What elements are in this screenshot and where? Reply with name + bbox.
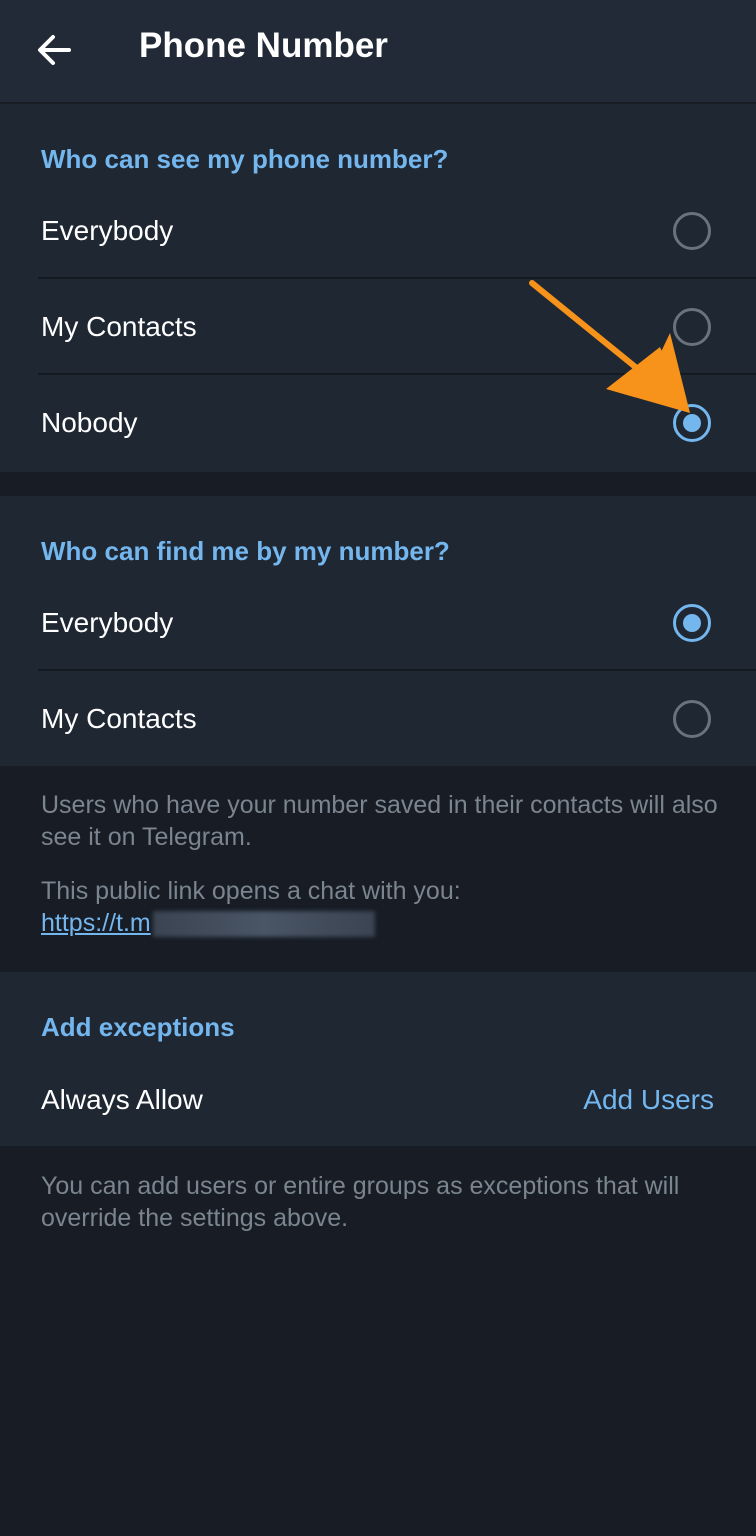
add-users-button[interactable]: Add Users <box>583 1084 714 1116</box>
public-link-label: This public link opens a chat with you: <box>41 877 461 905</box>
option-label: Everybody <box>41 607 174 638</box>
radio-button-selected[interactable] <box>673 604 711 642</box>
redacted-number <box>152 911 375 938</box>
top-app-bar: Phone Number <box>0 0 756 102</box>
exceptions-section: Add exceptions Always Allow Add Users <box>0 972 756 1146</box>
page-title: Phone Number <box>139 26 388 65</box>
back-button[interactable] <box>22 18 86 82</box>
section-header-see: Who can see my phone number? <box>41 144 449 174</box>
radio-button[interactable] <box>673 212 711 250</box>
option-label: My Contacts <box>41 311 197 342</box>
find-option-everybody[interactable]: Everybody <box>0 575 756 671</box>
section-header-exceptions: Add exceptions <box>41 1012 235 1042</box>
see-option-everybody[interactable]: Everybody <box>0 183 756 279</box>
radio-button[interactable] <box>673 700 711 738</box>
always-allow-label: Always Allow <box>41 1084 203 1115</box>
info-text-contacts: Users who have your number saved in thei… <box>41 791 718 851</box>
section-header-find: Who can find me by my number? <box>41 536 450 566</box>
info-public-link: This public link opens a chat with you: … <box>41 875 721 939</box>
always-allow-row[interactable]: Always Allow Add Users <box>0 1052 756 1148</box>
option-label: Nobody <box>41 407 138 438</box>
exceptions-footer-text: You can add users or entire groups as ex… <box>41 1172 680 1232</box>
find-by-number-section: Who can find me by my number? Everybody … <box>0 496 756 766</box>
annotation-arrow-icon <box>529 280 690 413</box>
public-link[interactable]: https://t.m <box>41 909 151 937</box>
option-label: My Contacts <box>41 703 197 734</box>
arrow-left-icon <box>38 35 71 65</box>
find-option-my-contacts[interactable]: My Contacts <box>0 671 756 767</box>
option-label: Everybody <box>41 215 174 246</box>
